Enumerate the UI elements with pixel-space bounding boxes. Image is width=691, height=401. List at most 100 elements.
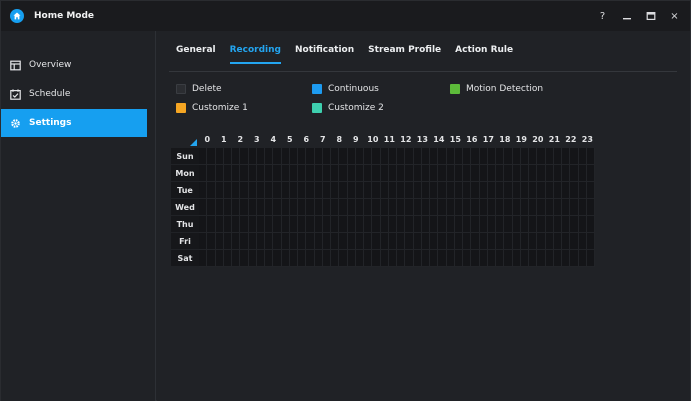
hour-header[interactable]: 8 (334, 135, 344, 146)
close-button[interactable]: × (669, 11, 680, 22)
schedule-cell[interactable] (347, 233, 356, 250)
legend-motion-detection[interactable]: Motion Detection (450, 84, 543, 94)
tab-action-rule[interactable]: Action Rule (455, 45, 513, 65)
schedule-cell[interactable] (504, 216, 513, 233)
schedule-cell[interactable] (380, 148, 389, 165)
hour-header[interactable]: 20 (532, 135, 543, 146)
schedule-cell[interactable] (289, 148, 298, 165)
schedule-cell[interactable] (223, 250, 232, 267)
schedule-cell[interactable] (578, 148, 587, 165)
sidebar-item-overview[interactable]: Overview (1, 51, 147, 79)
hour-header[interactable]: 14 (433, 135, 444, 146)
schedule-cell[interactable] (256, 216, 265, 233)
schedule-cell[interactable] (281, 199, 290, 216)
hour-header[interactable]: 19 (516, 135, 527, 146)
schedule-cell[interactable] (397, 199, 406, 216)
hour-header[interactable]: 11 (384, 135, 395, 146)
schedule-cell[interactable] (537, 165, 546, 182)
schedule-cell[interactable] (529, 233, 538, 250)
schedule-cell[interactable] (265, 216, 274, 233)
schedule-cell[interactable] (430, 250, 439, 267)
schedule-cell[interactable] (240, 250, 249, 267)
schedule-cell[interactable] (388, 165, 397, 182)
schedule-cell[interactable] (471, 216, 480, 233)
schedule-cell[interactable] (454, 182, 463, 199)
day-label[interactable]: Tue (171, 182, 199, 199)
schedule-cell[interactable] (512, 199, 521, 216)
schedule-cell[interactable] (215, 250, 224, 267)
schedule-cell[interactable] (256, 199, 265, 216)
schedule-cell[interactable] (207, 233, 216, 250)
schedule-cell[interactable] (537, 199, 546, 216)
schedule-cell[interactable] (545, 148, 554, 165)
schedule-cell[interactable] (430, 233, 439, 250)
hour-header[interactable]: 12 (400, 135, 411, 146)
schedule-cell[interactable] (578, 199, 587, 216)
schedule-cell[interactable] (512, 182, 521, 199)
schedule-cell[interactable] (380, 165, 389, 182)
schedule-cell[interactable] (380, 182, 389, 199)
schedule-cell[interactable] (281, 165, 290, 182)
schedule-cell[interactable] (463, 182, 472, 199)
schedule-cell[interactable] (520, 250, 529, 267)
schedule-cell[interactable] (339, 250, 348, 267)
schedule-cell[interactable] (372, 165, 381, 182)
schedule-cell[interactable] (397, 165, 406, 182)
schedule-cell[interactable] (479, 165, 488, 182)
schedule-cell[interactable] (364, 233, 373, 250)
schedule-cell[interactable] (248, 165, 257, 182)
schedule-cell[interactable] (520, 165, 529, 182)
schedule-cell[interactable] (446, 233, 455, 250)
schedule-cell[interactable] (215, 233, 224, 250)
hour-header[interactable]: 22 (565, 135, 576, 146)
schedule-cell[interactable] (421, 199, 430, 216)
schedule-cell[interactable] (446, 165, 455, 182)
minimize-button[interactable] (621, 11, 632, 22)
schedule-cell[interactable] (529, 199, 538, 216)
schedule-cell[interactable] (487, 233, 496, 250)
schedule-cell[interactable] (545, 250, 554, 267)
schedule-cell[interactable] (223, 216, 232, 233)
schedule-cell[interactable] (248, 216, 257, 233)
help-button[interactable]: ? (597, 11, 608, 22)
schedule-cell[interactable] (471, 148, 480, 165)
hour-header[interactable]: 6 (301, 135, 311, 146)
schedule-cell[interactable] (355, 233, 364, 250)
schedule-cell[interactable] (562, 233, 571, 250)
schedule-cell[interactable] (430, 216, 439, 233)
schedule-cell[interactable] (232, 233, 241, 250)
schedule-cell[interactable] (421, 216, 430, 233)
schedule-cell[interactable] (512, 216, 521, 233)
sidebar-item-settings[interactable]: Settings (1, 109, 147, 137)
schedule-cell[interactable] (388, 148, 397, 165)
schedule-cell[interactable] (298, 182, 307, 199)
schedule-cell[interactable] (553, 182, 562, 199)
sidebar-item-schedule[interactable]: Schedule (1, 80, 147, 108)
tab-stream-profile[interactable]: Stream Profile (368, 45, 441, 65)
schedule-cell[interactable] (446, 216, 455, 233)
schedule-cell[interactable] (413, 182, 422, 199)
schedule-cell[interactable] (504, 182, 513, 199)
schedule-cell[interactable] (496, 216, 505, 233)
schedule-cell[interactable] (388, 216, 397, 233)
schedule-cell[interactable] (586, 233, 595, 250)
schedule-cell[interactable] (570, 182, 579, 199)
schedule-cell[interactable] (240, 233, 249, 250)
schedule-cell[interactable] (281, 250, 290, 267)
hour-header[interactable]: 17 (483, 135, 494, 146)
schedule-cell[interactable] (405, 216, 414, 233)
schedule-cell[interactable] (430, 199, 439, 216)
schedule-cell[interactable] (289, 216, 298, 233)
schedule-cell[interactable] (240, 148, 249, 165)
schedule-cell[interactable] (487, 250, 496, 267)
schedule-cell[interactable] (545, 216, 554, 233)
schedule-cell[interactable] (322, 216, 331, 233)
schedule-cell[interactable] (339, 182, 348, 199)
schedule-cell[interactable] (232, 250, 241, 267)
schedule-cell[interactable] (298, 199, 307, 216)
schedule-cell[interactable] (430, 165, 439, 182)
schedule-cell[interactable] (562, 182, 571, 199)
schedule-cell[interactable] (454, 250, 463, 267)
schedule-cell[interactable] (454, 148, 463, 165)
schedule-cell[interactable] (265, 148, 274, 165)
